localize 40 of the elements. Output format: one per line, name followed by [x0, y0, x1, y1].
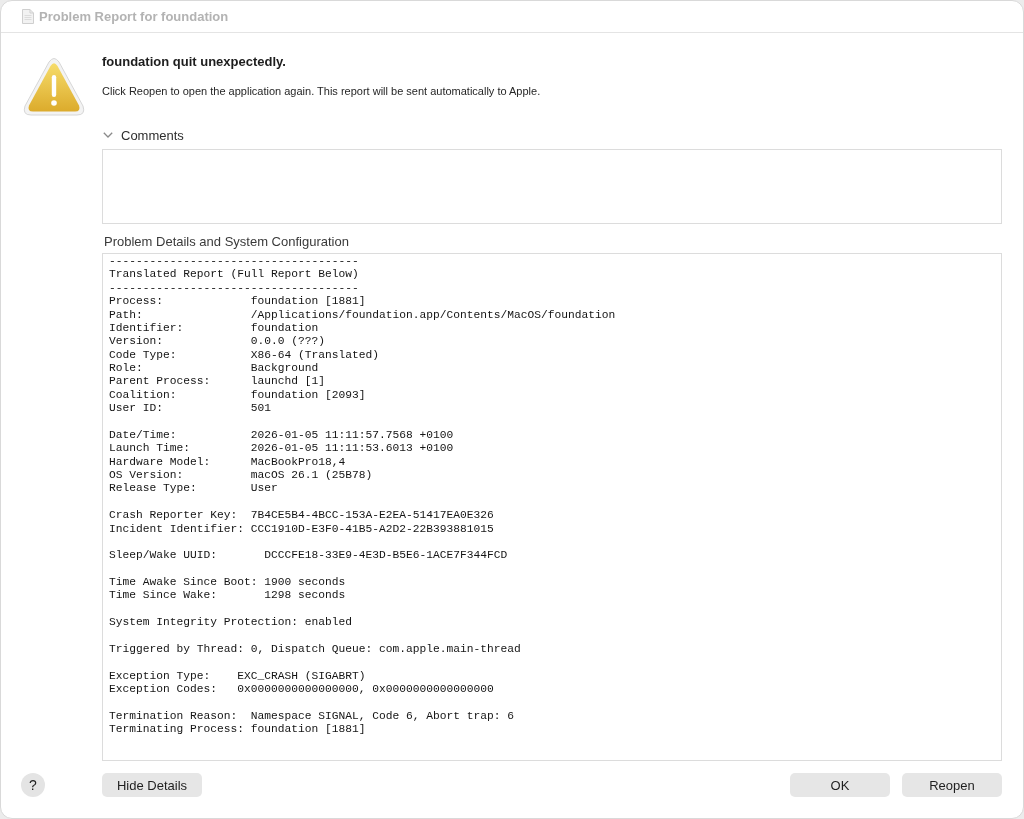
alert-headline: foundation quit unexpectedly.	[102, 54, 287, 70]
report-line: Time Since Wake: 1298 seconds	[109, 589, 346, 603]
report-line: System Integrity Protection: enabled	[109, 616, 353, 630]
report-line: Code Type: X86-64 (Translated)	[109, 348, 380, 362]
alert-message: Click Reopen to open the application again. This report will be sent automatically to Apple.	[102, 84, 542, 98]
report-line: Path: /Applications/foundation.app/Contents/MacOS/foundation	[109, 308, 616, 322]
dialog-button[interactable]: OK	[790, 773, 890, 797]
report-line: User ID: 501	[109, 402, 272, 416]
report-line: -------------------------------------	[109, 281, 359, 296]
hide-details-button[interactable]: Hide Details	[102, 773, 202, 797]
report-line: Launch Time: 2026-01-05 11:11:53.6013 +0100	[109, 442, 454, 456]
comments-field[interactable]	[102, 149, 1002, 224]
report-line: Date/Time: 2026-01-05 11:11:57.7568 +0100	[109, 428, 454, 443]
report-line: Exception Codes: 0x0000000000000000, 0x0000000000000000	[109, 683, 494, 697]
details-label: Problem Details and System Configuration	[103, 234, 350, 250]
report-line: Crash Reporter Key: 7B4CE5B4-4BCC-153A-E2EA-51417EA0E326	[109, 509, 494, 523]
report-line: OS Version: macOS 26.1 (25B78)	[109, 469, 373, 483]
report-line: Version: 0.0.0 (???)	[109, 335, 326, 349]
report-line: -------------------------------------	[109, 255, 359, 269]
report-line: Triggered by Thread: 0, Dispatch Queue: com.apple.main-thread	[109, 642, 521, 657]
report-line: Release Type: User	[109, 482, 278, 496]
help-button[interactable]: ?	[21, 773, 45, 797]
report-line: Exception Type: EXC_CRASH (SIGABRT)	[109, 669, 366, 683]
report-line: Terminating Process: foundation [1881]	[109, 723, 366, 737]
report-line: Coalition: foundation [2093]	[109, 388, 366, 403]
warning-icon	[23, 58, 85, 116]
report-line: Identifier: foundation	[109, 321, 319, 336]
report-line: Parent Process: launchd [1]	[109, 375, 326, 389]
report-line: Process: foundation [1881]	[109, 295, 366, 309]
report-line: Incident Identifier: CCC1910D-E3F0-41B5-A2D2-22B393881015	[109, 522, 494, 536]
report-line: Role: Background	[109, 362, 319, 376]
comments-toggle[interactable]: Comments	[102, 127, 184, 143]
report-line: Sleep/Wake UUID: DCCCFE18-33E9-4E3D-B5E6-1ACE7F344FCD	[109, 549, 508, 563]
window-title: Problem Report for foundation	[39, 9, 229, 24]
report-line: Time Awake Since Boot: 1900 seconds	[109, 576, 346, 590]
report-line: Termination Reason: Namespace SIGNAL, Code 6, Abort trap: 6	[109, 709, 515, 724]
document-icon	[22, 9, 34, 24]
dialog-button[interactable]: Reopen	[902, 773, 1002, 797]
report-line: Hardware Model: MacBookPro18,4	[109, 455, 346, 469]
report-line: Translated Report (Full Report Below)	[109, 268, 359, 282]
